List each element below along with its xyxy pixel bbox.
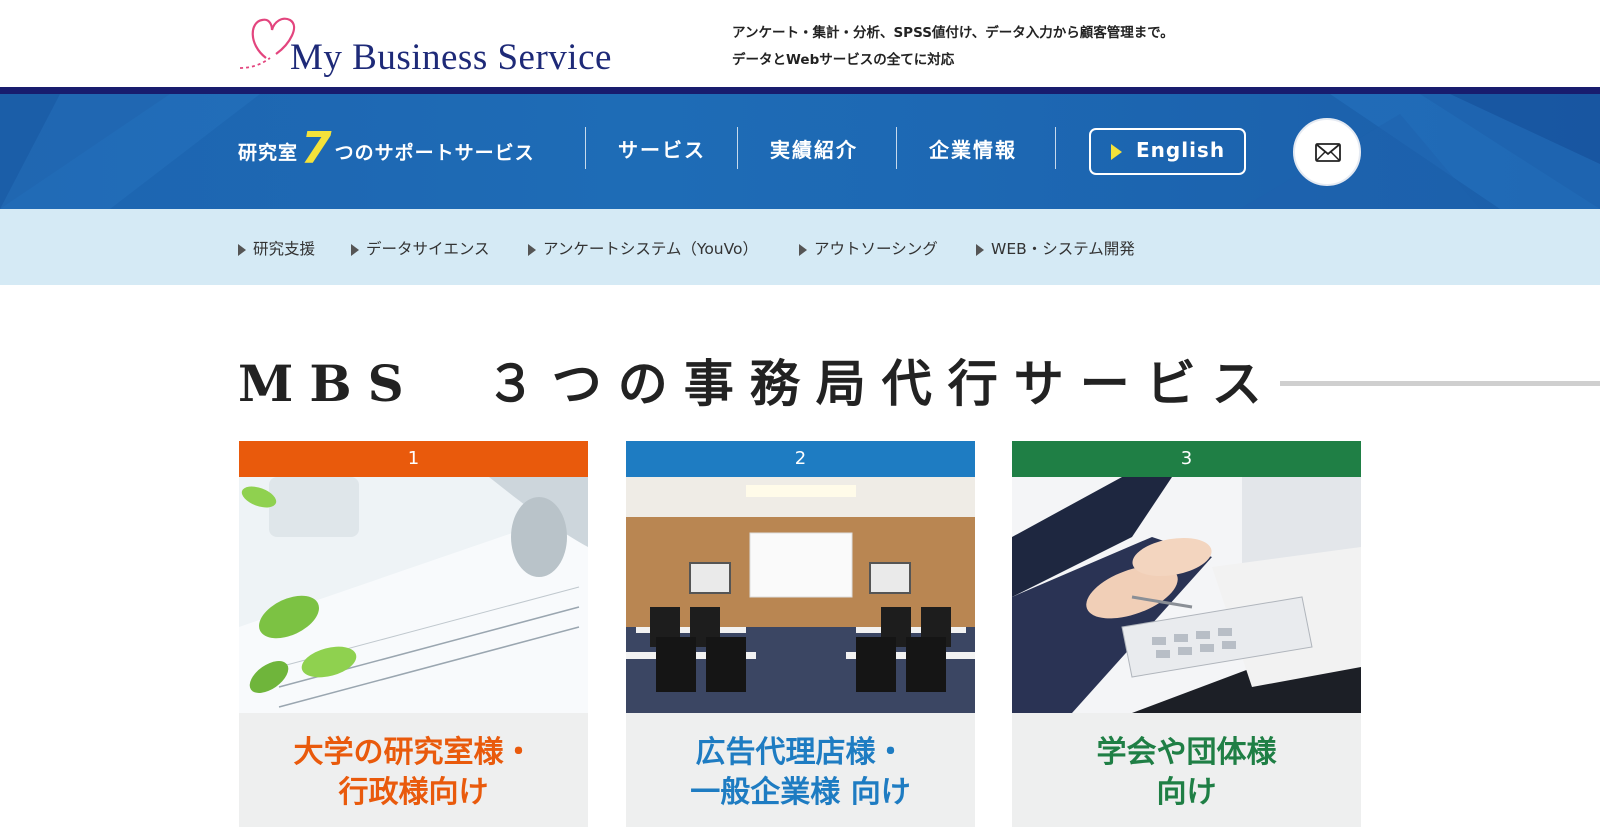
card-title-line-1: 大学の研究室様・	[293, 735, 534, 770]
card-title-line-1: 広告代理店様・	[695, 735, 906, 770]
brand-number: 7	[301, 123, 332, 174]
subnav-label: データサイエンス	[366, 240, 490, 258]
tagline-line-2: データとWebサービスの全てに対応	[732, 52, 955, 68]
nav-link-achievements[interactable]: 実績紹介	[770, 134, 858, 163]
card-title: 大学の研究室様・ 行政様向け	[239, 733, 588, 813]
subnav-item-web-dev[interactable]: WEB・システム開発	[976, 237, 1135, 259]
main-nav: 研究室7 つのサポートサービス サービス 実績紹介 企業情報 English	[0, 94, 1600, 209]
card-number: 2	[626, 441, 975, 477]
sub-nav: 研究支援 データサイエンス アンケートシステム（YouVo） アウトソーシング …	[0, 209, 1600, 285]
subnav-label: WEB・システム開発	[991, 240, 1135, 258]
english-button[interactable]: English	[1089, 128, 1246, 175]
triangle-right-icon	[976, 244, 984, 256]
subnav-label: アンケートシステム（YouVo）	[543, 240, 759, 258]
triangle-right-icon	[238, 244, 246, 256]
navy-stripe	[0, 87, 1600, 94]
card-title-line-2: 向け	[1156, 775, 1217, 810]
nav-link-services[interactable]: サービス	[618, 134, 706, 163]
section-title-rule	[1280, 381, 1600, 386]
play-arrow-icon	[1111, 144, 1122, 160]
subnav-item-data-science[interactable]: データサイエンス	[351, 237, 490, 259]
card-title-line-2: 行政様向け	[338, 775, 489, 810]
nav-separator	[1055, 127, 1056, 169]
subnav-label: 研究支援	[253, 240, 316, 258]
triangle-right-icon	[528, 244, 536, 256]
logo-text: My Business Service	[290, 37, 612, 78]
mail-icon	[1315, 143, 1341, 162]
nav-separator	[585, 127, 586, 169]
nav-link-company[interactable]: 企業情報	[929, 134, 1017, 163]
nav-separator	[737, 127, 738, 169]
brand-suffix: つのサポートサービス	[334, 142, 535, 164]
mail-button[interactable]	[1293, 118, 1361, 186]
card-title-line-2: 一般企業様 向け	[690, 775, 911, 810]
subnav-item-survey-system[interactable]: アンケートシステム（YouVo）	[528, 237, 758, 259]
card-title-line-1: 学会や団体様	[1096, 735, 1277, 770]
card-title: 学会や団体様 向け	[1012, 733, 1361, 813]
top-header: My Business Service アンケート・集計・分析、SPSS値付け、…	[0, 0, 1600, 88]
card-number: 1	[239, 441, 588, 477]
english-label: English	[1136, 138, 1226, 162]
tagline: アンケート・集計・分析、SPSS値付け、データ入力から顧客管理まで。 データとW…	[732, 20, 1174, 74]
nav-separator	[896, 127, 897, 169]
card-image-accounting	[1012, 477, 1361, 713]
triangle-right-icon	[351, 244, 359, 256]
card-number: 3	[1012, 441, 1361, 477]
service-card-3[interactable]: 3 学会や団体様 向け	[1012, 441, 1361, 827]
card-image-questionnaire	[239, 477, 588, 713]
nav-brand[interactable]: 研究室7 つのサポートサービス	[238, 127, 535, 171]
section-title: MBS ３つの事務局代行サービス	[238, 354, 1278, 413]
card-title: 広告代理店様・ 一般企業様 向け	[626, 733, 975, 813]
triangle-right-icon	[799, 244, 807, 256]
subnav-item-research[interactable]: 研究支援	[238, 237, 315, 259]
subnav-label: アウトソーシング	[814, 240, 938, 258]
brand-prefix: 研究室	[238, 142, 299, 164]
service-card-2[interactable]: 2 広告代理店様・ 一般企業様 向け	[626, 441, 975, 827]
card-image-conference-room	[626, 477, 975, 713]
subnav-item-outsourcing[interactable]: アウトソーシング	[799, 237, 938, 259]
tagline-line-1: アンケート・集計・分析、SPSS値付け、データ入力から顧客管理まで。	[732, 25, 1174, 41]
service-card-1[interactable]: 1 大学の研究室様・ 行政様向け	[239, 441, 588, 827]
site-logo[interactable]: My Business Service	[238, 12, 678, 78]
